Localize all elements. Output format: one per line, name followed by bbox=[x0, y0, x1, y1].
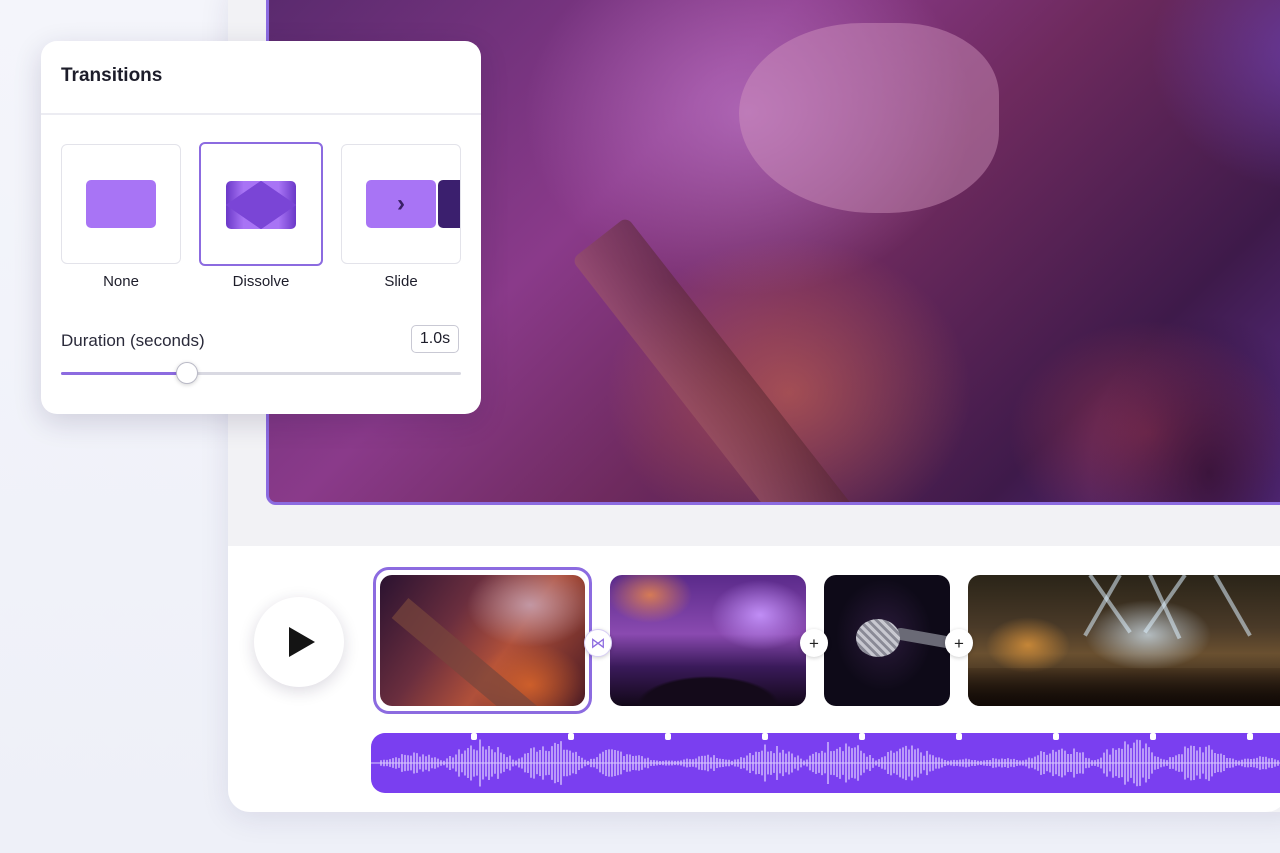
duration-slider-fill bbox=[61, 372, 187, 375]
duration-slider[interactable] bbox=[61, 362, 461, 384]
transition-option-label: None bbox=[103, 273, 139, 290]
microphone-icon bbox=[856, 619, 900, 657]
chevron-right-icon: › bbox=[397, 190, 405, 217]
guitar-clip[interactable] bbox=[380, 575, 585, 706]
no-transition-icon bbox=[86, 180, 156, 228]
slide-icon: › bbox=[366, 180, 436, 228]
duration-label: Duration (seconds) bbox=[61, 331, 205, 350]
microphone-clip[interactable] bbox=[824, 575, 950, 706]
transition-option-label: Dissolve bbox=[232, 273, 290, 290]
plus-icon[interactable]: + bbox=[800, 629, 828, 657]
plus-icon[interactable]: + bbox=[945, 629, 973, 657]
play-button[interactable] bbox=[254, 597, 344, 687]
transition-option-label: Slide bbox=[384, 273, 418, 290]
transition-option-slide[interactable]: › bbox=[341, 144, 461, 264]
panel-title: Transitions bbox=[61, 65, 163, 86]
bowtie-icon[interactable]: ⋈ bbox=[584, 629, 612, 657]
audio-track[interactable] bbox=[371, 733, 1280, 793]
transitions-panel: Transitions None Dissolve › Slide Durati… bbox=[41, 41, 481, 414]
panel-divider bbox=[41, 113, 481, 115]
stage-lights-clip[interactable] bbox=[968, 575, 1280, 706]
transition-option-dissolve[interactable] bbox=[199, 142, 323, 266]
transition-option-none[interactable] bbox=[61, 144, 181, 264]
dissolve-icon bbox=[226, 181, 296, 229]
waveform bbox=[371, 733, 1280, 787]
duration-slider-handle[interactable] bbox=[176, 362, 198, 384]
duration-input[interactable]: 1.0s bbox=[411, 325, 459, 353]
play-icon bbox=[289, 627, 315, 657]
crowd-clip[interactable] bbox=[610, 575, 806, 706]
